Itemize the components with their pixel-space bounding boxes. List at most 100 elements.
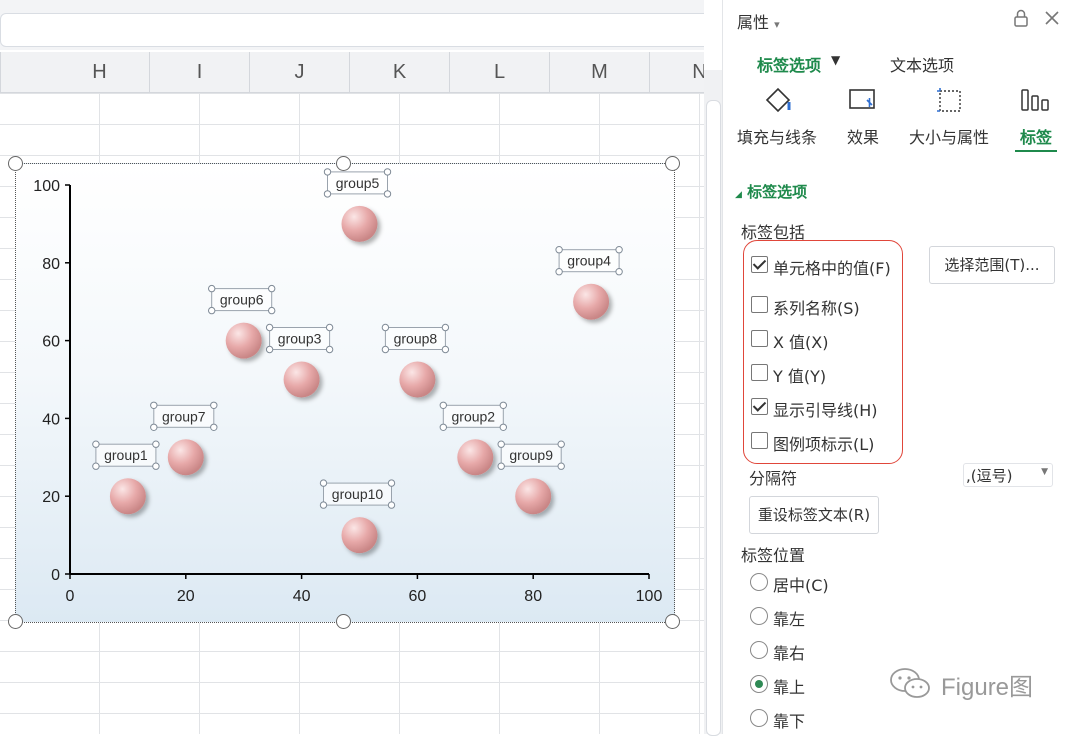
toolbar-fill-label[interactable]: 填充与线条 <box>737 124 817 148</box>
data-label: group6 <box>220 292 264 308</box>
resize-handle[interactable] <box>8 156 23 171</box>
radio-left[interactable] <box>750 607 768 625</box>
spreadsheet-area: G H I J K L M N 0 20 40 60 80 100 0 20 40 60 80 100… <box>0 0 704 734</box>
tab-strip <box>857 78 1080 79</box>
label-handle <box>615 246 623 254</box>
label-handle <box>497 440 505 448</box>
radio-label: 居中(C) <box>773 576 829 595</box>
resize-handle[interactable] <box>665 156 680 171</box>
column-header[interactable]: I <box>150 52 250 92</box>
data-label: group3 <box>278 331 322 347</box>
label-handle <box>268 306 276 315</box>
column-header[interactable]: L <box>450 52 550 92</box>
data-point <box>225 322 262 359</box>
active-tab-underline <box>1015 150 1057 152</box>
size-properties-icon[interactable] <box>935 86 967 118</box>
data-point <box>167 439 204 476</box>
label-handle <box>208 284 216 293</box>
section-title: 标签选项 <box>747 183 808 201</box>
label-handle <box>152 440 160 448</box>
chevron-down-icon[interactable]: ▾ <box>774 18 780 31</box>
formula-input[interactable] <box>0 13 704 47</box>
data-label: group9 <box>509 447 553 463</box>
data-point <box>341 205 378 242</box>
lock-icon[interactable] <box>1011 8 1031 28</box>
separator-label: 分隔符 <box>749 469 798 488</box>
data-point <box>283 361 320 398</box>
label-handle <box>210 423 218 431</box>
label-handle <box>499 401 507 410</box>
tab-text-options[interactable]: 文本选项 <box>890 52 954 76</box>
tab-label-options-text: 标签选项 <box>757 56 822 75</box>
label-handle <box>557 462 565 470</box>
label-handle <box>381 323 390 332</box>
radio-below[interactable] <box>750 709 768 727</box>
label-handle <box>152 462 160 470</box>
data-label: group8 <box>394 331 438 347</box>
tab-label-options[interactable]: 标签选项 ▼ <box>737 38 857 78</box>
resize-handle[interactable] <box>336 614 351 629</box>
y-tick-label: 0 <box>51 567 60 584</box>
effects-icon[interactable] <box>847 86 879 116</box>
radio-center[interactable] <box>750 573 768 591</box>
label-handle <box>210 401 218 410</box>
x-tick-label: 20 <box>177 588 195 605</box>
wechat-icon <box>890 668 930 698</box>
label-handle <box>268 284 276 293</box>
radio-right[interactable] <box>750 641 768 659</box>
section-header[interactable]: ◢ 标签选项 <box>735 181 807 202</box>
close-icon[interactable] <box>1043 9 1061 27</box>
fill-bucket-icon[interactable] <box>763 86 795 116</box>
data-point <box>573 283 610 320</box>
label-handle <box>439 423 447 431</box>
resize-handle[interactable] <box>8 614 23 629</box>
label-handle <box>208 306 216 315</box>
panel-title[interactable]: 属性 ▾ <box>737 9 780 33</box>
collapse-icon: ◢ <box>735 190 742 200</box>
column-header[interactable]: N <box>650 52 704 92</box>
data-point <box>457 439 494 476</box>
resize-handle[interactable] <box>665 614 680 629</box>
select-range-button[interactable]: 选择范围(T)... <box>929 246 1055 284</box>
separator-value: ,(逗号) <box>966 467 1013 485</box>
toolbar-effects-label[interactable]: 效果 <box>847 124 879 148</box>
column-header[interactable]: K <box>350 52 450 92</box>
column-header[interactable]: M <box>550 52 650 92</box>
resize-handle[interactable] <box>336 156 351 171</box>
label-handle <box>150 401 158 410</box>
label-handle <box>383 168 392 176</box>
reset-label-text-button[interactable]: 重设标签文本(R) <box>749 496 879 534</box>
radio-above[interactable] <box>750 675 768 693</box>
column-header[interactable]: J <box>250 52 350 92</box>
label-handle <box>319 479 328 487</box>
x-tick-label: 100 <box>636 588 663 605</box>
data-label: group4 <box>567 253 611 269</box>
panel-title-text: 属性 <box>737 13 770 32</box>
label-handle <box>383 190 392 198</box>
label-handle <box>381 345 390 354</box>
label-handle <box>265 323 274 332</box>
label-handle <box>499 423 507 431</box>
label-handle <box>441 345 450 354</box>
chart-area[interactable]: 0 20 40 60 80 100 0 20 40 60 80 100 group1 group2 grou… <box>15 163 675 623</box>
column-header[interactable]: H <box>50 52 150 92</box>
highlight-annotation <box>743 240 903 464</box>
y-tick-label: 80 <box>42 256 60 273</box>
label-handle <box>150 423 158 431</box>
label-handle <box>323 190 332 198</box>
y-tick-label: 60 <box>42 334 60 351</box>
label-handle <box>387 479 396 487</box>
separator-dropdown[interactable]: ,(逗号) ▼ <box>963 463 1053 487</box>
label-handle <box>265 345 274 354</box>
column-header-row: G H I J K L M N <box>0 52 704 93</box>
column-header[interactable]: G <box>0 52 1 92</box>
label-handle <box>439 401 447 410</box>
label-handle <box>555 246 563 254</box>
label-bars-icon[interactable] <box>1019 86 1053 116</box>
label-handle <box>325 323 334 332</box>
label-handle <box>387 501 396 509</box>
label-handle <box>557 440 565 448</box>
vertical-scrollbar[interactable] <box>706 100 721 736</box>
toolbar-size-label[interactable]: 大小与属性 <box>909 124 989 148</box>
toolbar-label-label[interactable]: 标签 <box>1020 124 1052 148</box>
